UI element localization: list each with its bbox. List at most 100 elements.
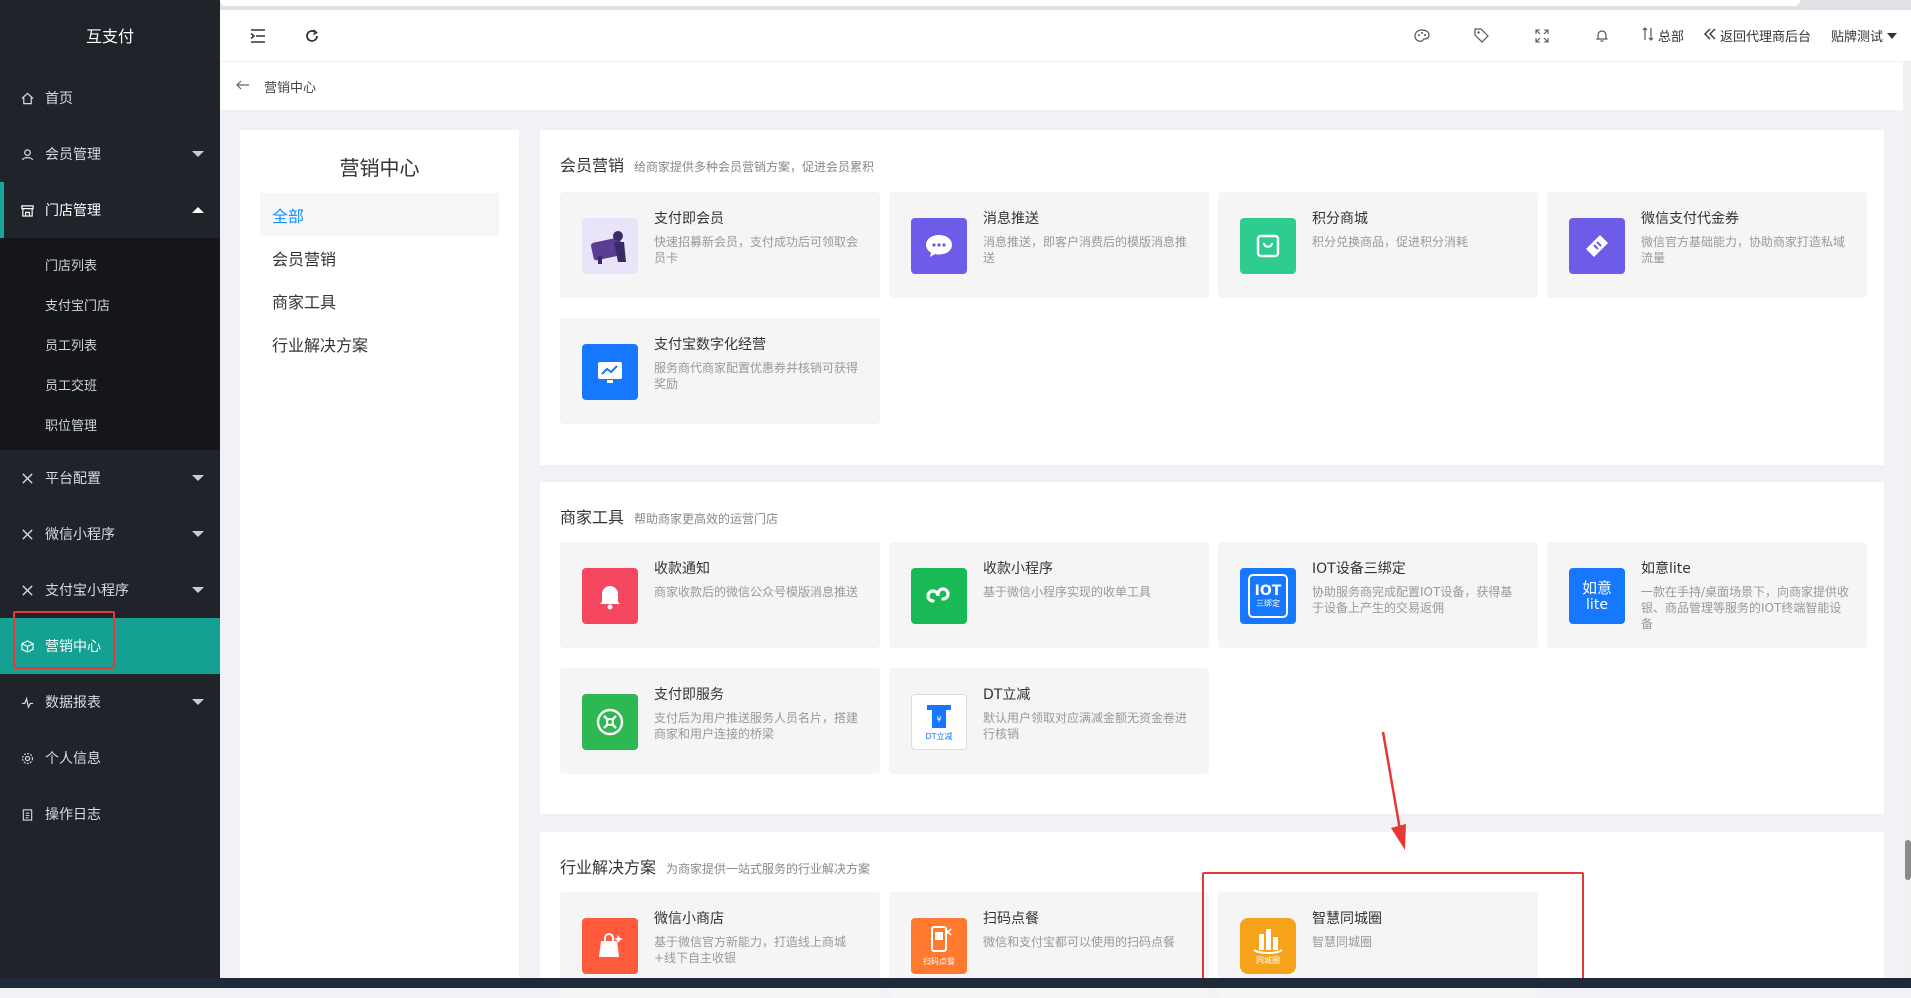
category-member-marketing[interactable]: 会员营销	[260, 236, 499, 279]
category-merchant-tools[interactable]: 商家工具	[260, 279, 499, 322]
sidebar-item-label: 操作日志	[45, 807, 101, 823]
dt-discount-icon: ¥ DT立减	[911, 694, 967, 750]
ruyi-icon-text: 如意	[1581, 579, 1612, 597]
sidebar-item-label: 微信小程序	[45, 527, 115, 543]
back-to-agent-link[interactable]: 返回代理商后台	[1703, 26, 1811, 45]
card-alipay-digital[interactable]: 支付宝数字化经营 服务商代商家配置优惠券并核销可获得奖励	[560, 318, 880, 424]
menu-fold-icon[interactable]	[238, 16, 278, 56]
submenu-item-staff-list[interactable]: 员工列表	[0, 324, 220, 364]
card-pay-member[interactable]: 支付即会员 快速招募新会员，支付成功后可领取会员卡	[560, 192, 880, 298]
scrollbar-thumb[interactable]	[1905, 840, 1911, 880]
palette-icon[interactable]	[1402, 16, 1442, 56]
annotation-arrow	[1381, 731, 1406, 850]
card-desc: 消息推送，即客户消费后的模版消息推送	[983, 235, 1188, 265]
app-logo: 互支付	[0, 0, 220, 70]
submenu-item-store-list[interactable]: 门店列表	[0, 244, 220, 284]
card-desc: 基于微信官方新能力，打造线上商城+线下自主收银	[654, 935, 847, 965]
card-title: 微信小商店	[654, 911, 724, 927]
tools-icon	[20, 471, 34, 485]
sidebar-item-wechat-miniapp[interactable]: 微信小程序	[0, 506, 220, 562]
card-title: 收款通知	[654, 561, 710, 577]
city-circle-icon: 同城圈	[1240, 918, 1296, 974]
card-desc: 积分兑换商品，促进积分消耗	[1312, 235, 1469, 249]
card-payment-notice[interactable]: 收款通知 商家收款后的微信公众号模版消息推送	[560, 542, 880, 648]
pay-member-icon	[582, 218, 638, 274]
clipboard-icon	[20, 807, 34, 821]
chevron-down-icon	[192, 531, 204, 537]
section-member-marketing: 会员营销 给商家提供多种会员营销方案，促进会员累积 支付即会员 快速招募新会员，…	[540, 130, 1884, 465]
category-panel: 营销中心 全部 会员营销 商家工具 行业解决方案	[240, 130, 519, 988]
section-title: 行业解决方案	[560, 858, 657, 877]
sidebar-item-label: 数据报表	[45, 695, 101, 711]
store-icon	[20, 203, 34, 217]
sidebar: 互支付 首页 会员管理 门店管理 门店列表 支付宝门店 员工列表 员工交班 职位…	[0, 0, 220, 988]
chevron-up-icon	[192, 207, 204, 213]
user-menu[interactable]: 贴牌测试	[1831, 26, 1897, 45]
shopping-bag-icon	[1240, 218, 1296, 274]
sidebar-item-home[interactable]: 首页	[0, 70, 220, 126]
headquarters-switch[interactable]: 总部	[1642, 26, 1684, 45]
submenu-item-positions[interactable]: 职位管理	[0, 404, 220, 444]
scan-order-icon: 扫码点餐	[911, 918, 967, 974]
section-merchant-tools: 商家工具 帮助商家更高效的运营门店 收款通知 商家收款后的微信公众号模版消息推送…	[540, 482, 1884, 814]
refresh-icon[interactable]	[292, 16, 332, 56]
user-name: 贴牌测试	[1830, 30, 1883, 45]
scan-order-icon-sub: 扫码点餐	[923, 957, 955, 966]
card-desc: 支付后为用户推送服务人员名片，搭建商家和用户连接的桥梁	[654, 711, 859, 741]
card-ruyi-lite[interactable]: 如意 lite 如意lite 一款在手持/桌面场景下，向商家提供收银、商品管理等…	[1547, 542, 1867, 648]
sidebar-item-label: 会员管理	[45, 147, 101, 163]
category-industry-solutions[interactable]: 行业解决方案	[260, 322, 499, 365]
card-desc: 一款在手持/桌面场景下，向商家提供收银、商品管理等服务的IOT终端智能设备	[1641, 585, 1850, 631]
back-to-agent-label: 返回代理商后台	[1719, 30, 1811, 45]
card-title: IOT设备三绑定	[1312, 561, 1406, 577]
headquarters-label: 总部	[1657, 30, 1684, 45]
tag-icon[interactable]	[1462, 16, 1502, 56]
card-payment-miniapp[interactable]: 收款小程序 基于微信小程序实现的收单工具	[889, 542, 1209, 648]
category-all[interactable]: 全部	[260, 193, 499, 236]
submenu-item-alipay-store[interactable]: 支付宝门店	[0, 284, 220, 324]
card-desc: 默认用户领取对应满减金额无资金卷进行核销	[983, 711, 1188, 741]
card-title: 支付即会员	[654, 211, 724, 227]
submenu-item-staff-shift[interactable]: 员工交班	[0, 364, 220, 404]
back-arrow-icon[interactable]	[236, 79, 250, 94]
chat-bubble-icon	[911, 218, 967, 274]
chevron-down-icon	[192, 587, 204, 593]
iot-icon-text: IOT	[1254, 583, 1282, 599]
card-title: 如意lite	[1641, 561, 1691, 577]
bell-icon[interactable]	[1582, 16, 1622, 56]
card-desc: 微信官方基础能力，协助商家打造私域流量	[1641, 235, 1846, 265]
card-desc: 基于微信小程序实现的收单工具	[983, 585, 1152, 599]
sidebar-item-platform-config[interactable]: 平台配置	[0, 450, 220, 506]
card-pay-service[interactable]: 支付即服务 支付后为用户推送服务人员名片，搭建商家和用户连接的桥梁	[560, 668, 880, 774]
sidebar-item-reports[interactable]: 数据报表	[0, 674, 220, 730]
sidebar-item-oplog[interactable]: 操作日志	[0, 786, 220, 842]
ruyi-icon-sub: lite	[1586, 597, 1608, 613]
card-dt-discount[interactable]: ¥ DT立减 DT立减 默认用户领取对应满减金额无资金卷进行核销	[889, 668, 1209, 774]
card-points-mall[interactable]: 积分商城 积分兑换商品，促进积分消耗	[1218, 192, 1538, 298]
sidebar-item-alipay-miniapp[interactable]: 支付宝小程序	[0, 562, 220, 618]
breadcrumb: 营销中心	[220, 62, 1911, 110]
sidebar-item-stores[interactable]: 门店管理	[0, 182, 220, 238]
card-iot-binding[interactable]: IOT 三绑定 IOT设备三绑定 协助服务商完成配置IOT设备，获得基于设备上产…	[1218, 542, 1538, 648]
card-title: 智慧同城圈	[1312, 911, 1382, 927]
sidebar-item-members[interactable]: 会员管理	[0, 126, 220, 182]
chevron-down-icon	[192, 151, 204, 157]
card-desc: 智慧同城圈	[1312, 935, 1373, 949]
card-title: 积分商城	[1312, 211, 1368, 227]
ticket-icon	[1569, 218, 1625, 274]
top-header: 总部 返回代理商后台 贴牌测试	[220, 10, 1911, 62]
section-desc: 为商家提供一站式服务的行业解决方案	[666, 862, 871, 876]
caret-down-icon	[1887, 28, 1897, 43]
ruyi-icon: 如意 lite	[1569, 568, 1625, 624]
card-wechat-voucher[interactable]: 微信支付代金券 微信官方基础能力，协助商家打造私域流量	[1547, 192, 1867, 298]
fullscreen-icon[interactable]	[1522, 16, 1562, 56]
card-desc: 微信和支付宝都可以使用的扫码点餐	[983, 935, 1176, 949]
section-desc: 帮助商家更高效的运营门店	[634, 512, 779, 526]
sidebar-item-label: 平台配置	[45, 471, 101, 487]
sidebar-item-marketing[interactable]: 营销中心	[0, 618, 220, 674]
card-message-push[interactable]: 消息推送 消息推送，即客户消费后的模版消息推送	[889, 192, 1209, 298]
sidebar-item-profile[interactable]: 个人信息	[0, 730, 220, 786]
pulse-icon	[20, 695, 34, 709]
home-icon	[20, 91, 34, 105]
card-desc: 协助服务商完成配置IOT设备，获得基于设备上产生的交易返佣	[1312, 585, 1513, 615]
